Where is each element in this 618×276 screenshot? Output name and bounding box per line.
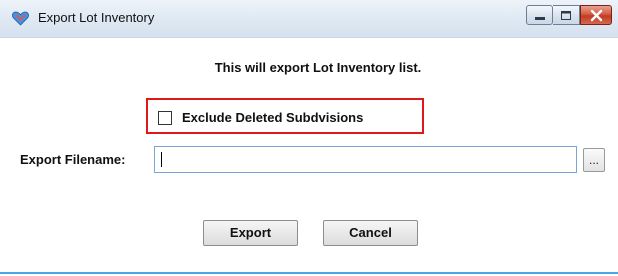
exclude-deleted-checkbox[interactable] bbox=[158, 111, 172, 125]
export-filename-label: Export Filename: bbox=[20, 152, 126, 167]
export-filename-input[interactable] bbox=[154, 146, 577, 173]
export-lot-inventory-window: Export Lot Inventory This will export Lo… bbox=[0, 0, 618, 276]
maximize-button[interactable] bbox=[553, 5, 580, 25]
window-bottom-border bbox=[0, 272, 618, 274]
text-caret bbox=[161, 152, 162, 167]
export-button[interactable]: Export bbox=[203, 220, 298, 246]
cancel-button[interactable]: Cancel bbox=[323, 220, 418, 246]
minimize-button[interactable] bbox=[526, 5, 553, 25]
app-heart-icon bbox=[12, 11, 29, 26]
minimize-icon bbox=[535, 17, 545, 20]
close-icon bbox=[590, 9, 603, 22]
exclude-deleted-label[interactable]: Exclude Deleted Subdvisions bbox=[182, 110, 363, 125]
window-title: Export Lot Inventory bbox=[38, 10, 155, 25]
dialog-message: This will export Lot Inventory list. bbox=[214, 60, 422, 75]
close-button[interactable] bbox=[580, 5, 612, 25]
title-bar[interactable]: Export Lot Inventory bbox=[0, 0, 618, 38]
maximize-icon bbox=[561, 11, 571, 20]
browse-button[interactable]: ... bbox=[583, 148, 605, 172]
